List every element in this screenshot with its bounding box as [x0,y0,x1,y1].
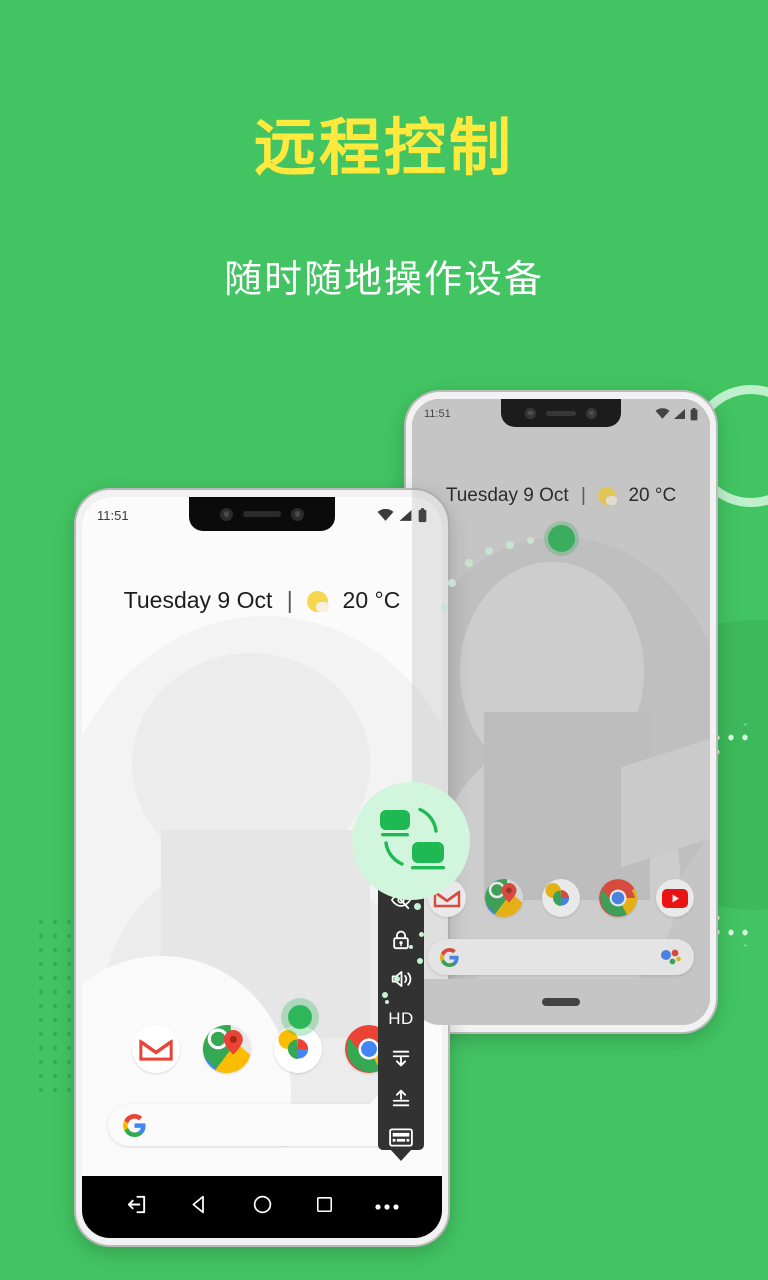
front-camera-2-icon [586,407,597,419]
phone-back-screen: 11:51 Tuesday 9 Oct | 20 °C [412,399,710,1025]
collapse-toolbar-caret[interactable] [390,1149,412,1161]
status-time: 11:51 [424,408,451,420]
weather-widget-back: Tuesday 9 Oct | 20 °C [412,485,710,507]
sparkle-particle [394,976,400,982]
sun-cloud-icon [598,486,617,505]
volume-icon[interactable] [387,967,415,992]
maps-icon[interactable] [485,879,523,917]
weather-separator: | [286,587,293,613]
more-icon[interactable] [375,1198,399,1216]
sparkle-particle [417,958,423,964]
hd-quality-icon[interactable]: HD [387,1007,415,1032]
touch-trail-dot [465,559,473,567]
front-camera-icon [220,507,233,521]
google-assistant-icon[interactable] [660,948,682,966]
touch-trail-dot [441,604,448,611]
keyboard-icon[interactable] [387,1125,415,1150]
maps-icon[interactable] [202,1025,251,1073]
touch-trail-dot [527,537,534,544]
sparkle-particle [385,1000,389,1004]
remote-control-badge [352,782,470,900]
gmail-icon[interactable] [131,1025,180,1073]
earpiece-icon [243,511,281,517]
battery-icon [690,407,698,420]
photos-icon[interactable] [273,1025,322,1073]
nav-bar-back [412,979,710,1025]
wifi-icon [655,408,670,419]
weather-temperature: 20 °C [628,485,677,506]
weather-widget-front: Tuesday 9 Oct | 20 °C [82,587,442,614]
promo-screen: 远程控制 随时随地操作设备 11:51 Tuesday 9 Oct | 20 °… [0,0,768,1280]
sparkle-particle [419,932,424,937]
app-dock-back [412,879,710,917]
sparkle-particle [409,945,413,949]
recents-icon[interactable] [315,1195,334,1219]
google-search-bar-back[interactable] [428,939,694,975]
signal-icon [399,509,412,521]
remote-touch-cursor [288,1005,312,1029]
weather-separator: | [580,485,586,506]
sparkle-particle [382,992,388,998]
touch-trail-dot [448,579,456,587]
remote-touch-cursor [548,525,575,552]
sparkle-particle [414,903,421,910]
photos-icon[interactable] [542,879,580,917]
phone-device-back: 11:51 Tuesday 9 Oct | 20 °C [406,392,716,1032]
google-search-bar-front[interactable] [108,1104,416,1146]
notch-back [501,399,621,427]
weather-date: Tuesday 9 Oct [445,485,569,506]
notch-front [189,497,335,531]
touch-trail-dot [506,541,514,549]
weather-date: Tuesday 9 Oct [123,587,273,613]
google-g-icon [123,1113,146,1137]
youtube-icon[interactable] [656,879,694,917]
back-icon[interactable] [189,1194,210,1220]
sun-cloud-icon [307,591,329,613]
touch-trail-dot [485,547,493,555]
chrome-icon[interactable] [599,879,637,917]
front-camera-icon [525,407,536,419]
signal-icon [674,409,685,419]
google-g-icon [440,947,459,967]
home-indicator[interactable] [542,998,580,1006]
wifi-icon [377,508,394,521]
home-icon[interactable] [252,1194,273,1220]
page-subtitle: 随时随地操作设备 [223,259,544,301]
remote-control-devices-icon [380,807,445,870]
earpiece-icon [546,410,576,416]
exit-session-icon[interactable] [125,1193,148,1221]
nav-bar-front [82,1176,442,1238]
status-time: 11:51 [97,507,129,523]
front-camera-2-icon [291,507,304,521]
upload-icon[interactable] [387,1086,415,1111]
weather-temperature: 20 °C [342,587,401,613]
page-title: 远程控制 [253,114,514,183]
download-icon[interactable] [387,1046,415,1071]
battery-icon [418,507,427,522]
